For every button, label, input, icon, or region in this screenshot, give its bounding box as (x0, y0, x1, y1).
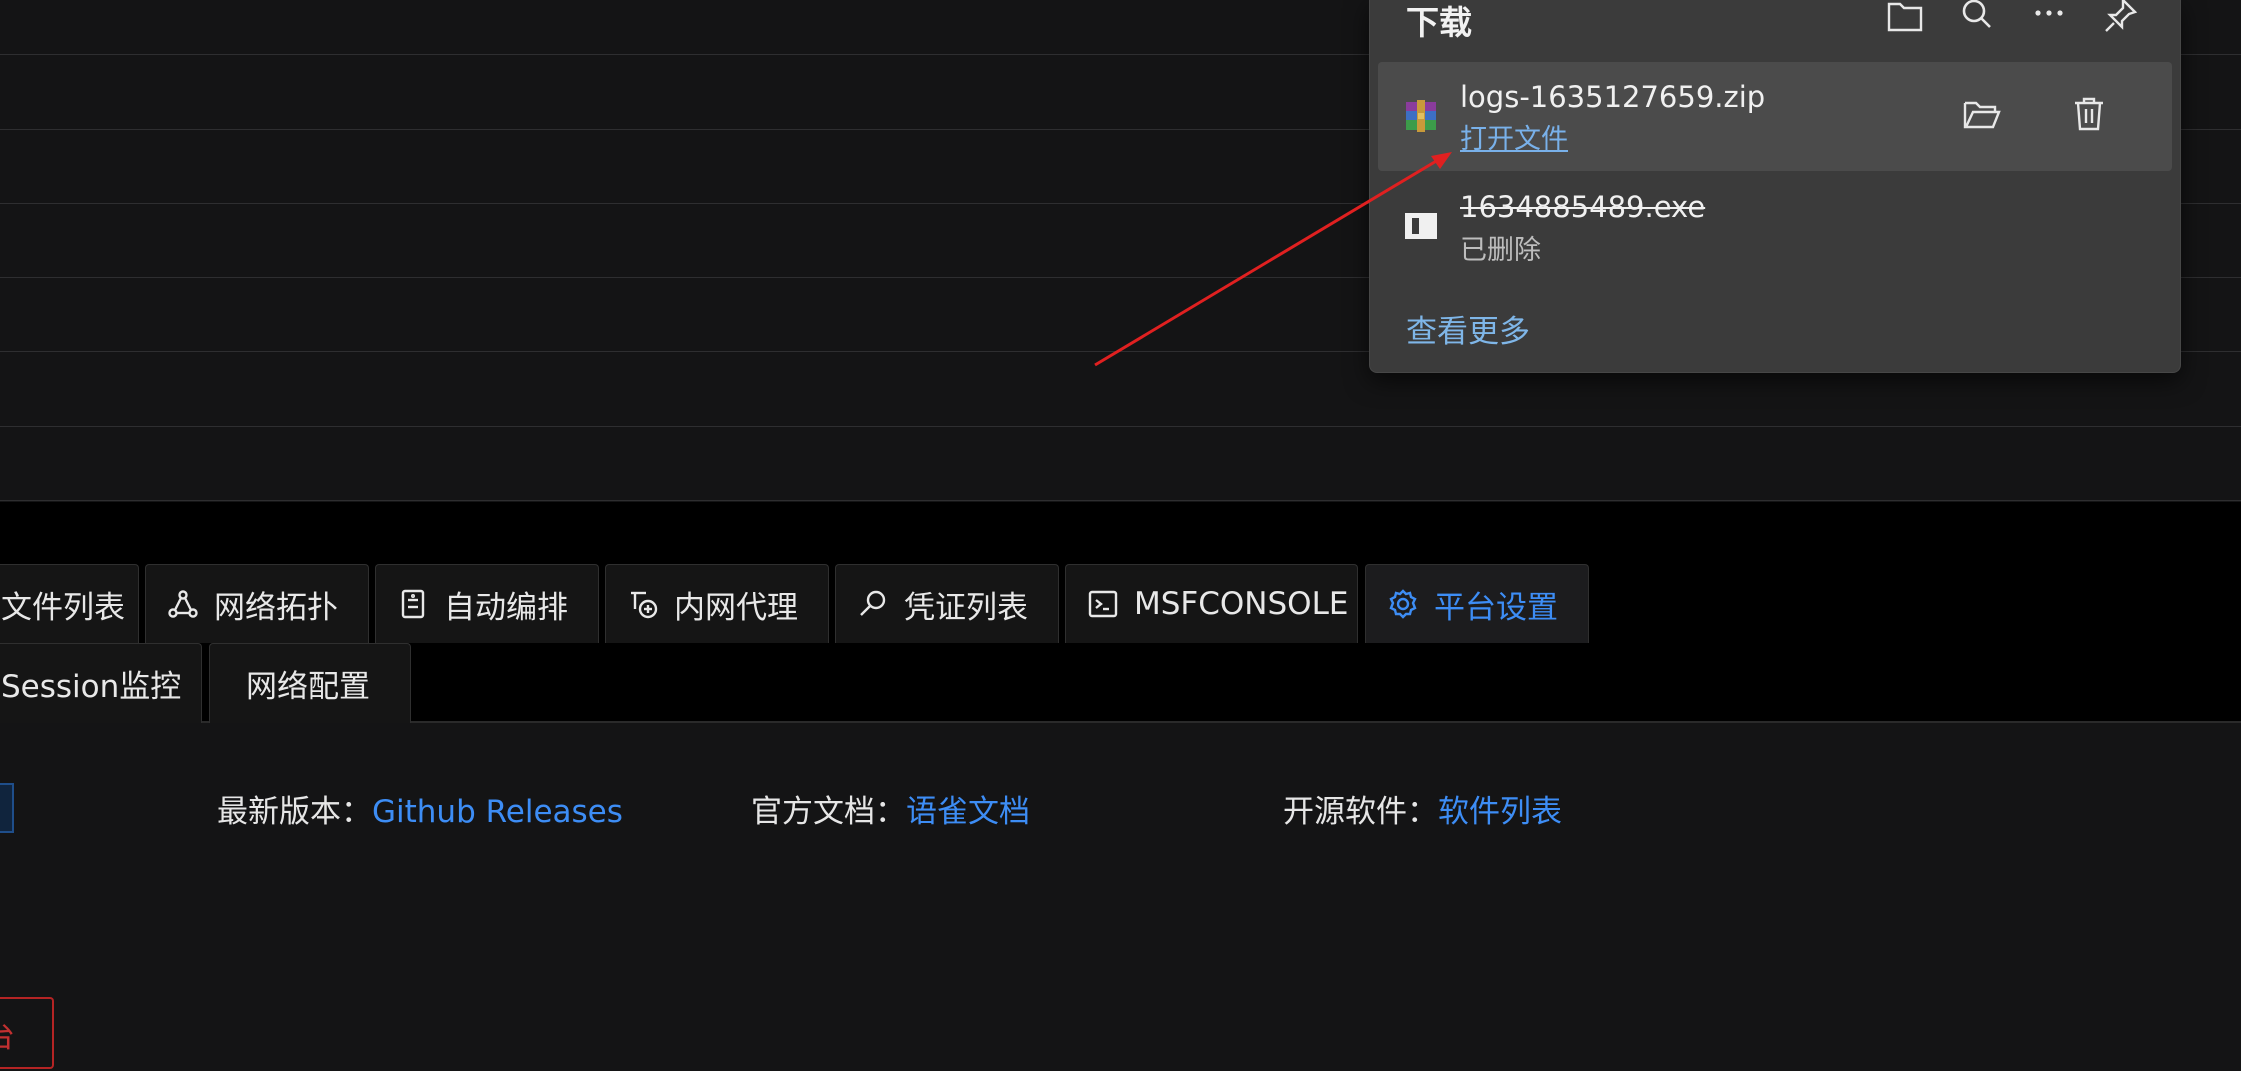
oss-info: 开源软件：软件列表 (1283, 786, 1562, 831)
tab-label: 网络配置 (246, 669, 370, 705)
tab-label: 文件列表 (1, 589, 125, 626)
tab-file-list[interactable]: 文件列表 (0, 564, 139, 643)
tab-label: 网络拓扑 (214, 589, 338, 626)
tab-label: 平台设置 (1434, 589, 1558, 626)
row-divider (0, 500, 2241, 501)
delete-icon[interactable] (2070, 94, 2108, 134)
sub-tab-bar: Session监控 网络配置 (0, 643, 2241, 723)
exe-file-icon (1405, 213, 1437, 239)
latest-version-info: 最新版本：Github Releases (217, 786, 623, 831)
tab-label: 自动编排 (444, 589, 568, 626)
tab-credentials[interactable]: 凭证列表 (835, 564, 1059, 643)
pin-icon[interactable] (2101, 0, 2141, 36)
proxy-icon (631, 591, 658, 619)
deleted-file-name: 1634885489.exe (1460, 190, 1706, 224)
tab-label: 内网代理 (674, 589, 798, 626)
oss-label: 开源软件： (1283, 794, 1438, 830)
tab-session-monitor[interactable]: Session监控 (0, 643, 202, 723)
network-topology-icon (168, 590, 198, 618)
tab-auto-arrange[interactable]: 自动编排 (375, 564, 599, 643)
gear-icon (1389, 589, 1417, 619)
docs-label: 官方文档： (751, 794, 906, 830)
docs-info: 官方文档：语雀文档 (751, 786, 1030, 831)
row-divider (0, 426, 2241, 427)
show-in-folder-icon[interactable] (1961, 95, 2003, 135)
download-panel-title: 下载 (1406, 3, 1472, 42)
tab-label: MSFCONSOLE (1134, 586, 1349, 622)
yuque-docs-link[interactable]: 语雀文档 (906, 794, 1030, 830)
see-more-link[interactable]: 查看更多 (1406, 306, 1530, 351)
more-options-icon[interactable] (2029, 0, 2069, 36)
tab-label: 凭证列表 (904, 589, 1028, 626)
tab-network-config[interactable]: 网络配置 (209, 643, 411, 723)
danger-button-label: 台 (0, 1011, 15, 1056)
download-panel: 下载 logs-1635127659.zip 打开文件 1634885489.e… (1369, 0, 2181, 373)
download-file-name: logs-1635127659.zip (1460, 80, 1766, 114)
tab-label: Session监控 (1, 669, 182, 705)
tab-network-topology[interactable]: 网络拓扑 (145, 564, 369, 643)
github-releases-link[interactable]: Github Releases (372, 794, 623, 830)
credential-icon (860, 590, 886, 616)
settings-content: 最新版本：Github Releases 官方文档：语雀文档 开源软件：软件列表… (0, 723, 2241, 1071)
partial-input[interactable] (0, 783, 14, 833)
software-list-link[interactable]: 软件列表 (1438, 794, 1562, 830)
zip-archive-icon (1406, 100, 1436, 132)
main-tab-bar: 文件列表 网络拓扑 自动编排 内网代理 凭证列表 MSFCONSOLE 平台设置 (0, 564, 2241, 643)
latest-version-label: 最新版本： (217, 794, 372, 830)
deleted-status: 已删除 (1460, 235, 1541, 266)
danger-button[interactable]: 台 (0, 997, 54, 1069)
terminal-icon (1088, 590, 1118, 618)
spacer-band (0, 502, 2241, 564)
search-icon[interactable] (1957, 0, 1997, 36)
tab-msfconsole[interactable]: MSFCONSOLE (1065, 564, 1358, 643)
auto-arrange-icon (401, 589, 425, 619)
tab-platform-settings[interactable]: 平台设置 (1365, 564, 1589, 643)
tab-intranet-proxy[interactable]: 内网代理 (605, 564, 829, 643)
open-downloads-folder-icon[interactable] (1885, 0, 1925, 36)
open-file-link[interactable]: 打开文件 (1460, 117, 1568, 156)
